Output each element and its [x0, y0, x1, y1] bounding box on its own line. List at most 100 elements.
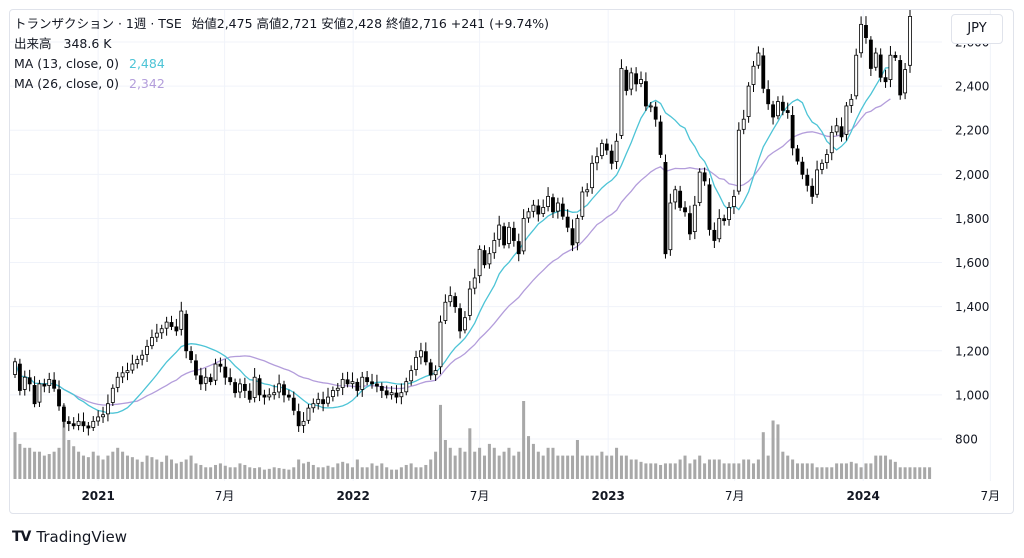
symbol-title[interactable]: トランザクション · 1週 · TSE: [14, 16, 182, 31]
candle-body: [477, 248, 482, 277]
ma13-label[interactable]: MA (13, close, 0): [14, 56, 119, 71]
candle-body: [604, 143, 609, 151]
candle-body: [585, 189, 590, 193]
candle-body: [795, 148, 800, 162]
volume-bar: [321, 467, 325, 479]
candle-body: [228, 377, 233, 383]
currency-button[interactable]: JPY: [951, 14, 1003, 44]
candle-body: [908, 16, 912, 66]
candle-body: [511, 227, 516, 241]
volume-bar: [194, 463, 198, 479]
candle-body: [898, 60, 903, 96]
candle-body: [893, 55, 898, 58]
candle-body: [179, 310, 184, 330]
time-axis[interactable]: 20217月20227月20237月20247月20257月: [81, 489, 1013, 503]
volume-bar: [18, 443, 22, 479]
tradingview-branding[interactable]: TV TradingView: [12, 526, 127, 548]
volume-bar: [820, 467, 824, 479]
price-axis-label: 1,400: [955, 300, 989, 314]
candle-body: [101, 414, 105, 418]
volume-bar: [781, 451, 785, 479]
volume-bar: [840, 463, 844, 479]
volume-bar: [375, 465, 379, 479]
candle-body: [653, 106, 658, 120]
candle-body: [345, 379, 350, 385]
candle-body: [551, 197, 555, 213]
volume-bar: [214, 464, 218, 479]
candle-body: [419, 350, 423, 358]
volume-bar: [766, 455, 770, 479]
volume-bar: [717, 459, 721, 479]
candle-body: [27, 377, 32, 385]
volume-bar: [101, 459, 105, 479]
volume-bar: [463, 451, 467, 479]
candle-body: [32, 385, 37, 405]
volume-bar: [253, 468, 257, 479]
volume-bar: [571, 455, 575, 479]
candle-body: [169, 322, 174, 327]
volume-bar: [258, 467, 262, 479]
candle-body: [776, 101, 780, 117]
candle-body: [868, 39, 873, 69]
candle-body: [52, 379, 57, 389]
volume-bar: [698, 455, 702, 479]
price-axis-label: 2,000: [955, 168, 989, 182]
candle-body: [115, 376, 120, 388]
volume-bar: [800, 463, 804, 479]
candle-body: [619, 68, 624, 136]
candle-body: [66, 421, 71, 424]
volume-bar: [116, 447, 120, 479]
candle-body: [267, 394, 272, 398]
volume-bar: [751, 463, 756, 479]
time-axis-label: 7月: [215, 489, 235, 503]
volume-bar: [478, 447, 482, 479]
candle-body: [145, 345, 149, 355]
price-axis[interactable]: 800 1,000 1,200 1,400 1,600 1,800 2,000 2,200 2,…: [955, 36, 989, 447]
ma26-row: MA (26, close, 0) 2,342: [14, 74, 549, 94]
volume-bar: [561, 455, 565, 479]
volume-bar: [551, 447, 555, 479]
volume-label[interactable]: 出来高: [14, 36, 52, 51]
price-axis-label: 1,000: [955, 388, 989, 402]
chart-legend: トランザクション · 1週 · TSE 始値2,475 高値2,721 安値2,…: [14, 14, 549, 94]
volume-bar: [487, 443, 491, 479]
price-axis-label: 1,200: [955, 344, 989, 358]
candle-body: [780, 101, 785, 111]
candle-body: [727, 207, 731, 220]
candle-body: [639, 79, 643, 84]
tradingview-wordmark: TradingView: [36, 528, 128, 546]
volume-bar: [893, 461, 897, 479]
volume-bar: [497, 455, 501, 479]
volume-bar: [81, 455, 85, 479]
volume-bar: [390, 469, 394, 479]
volume-bar: [644, 463, 648, 479]
candle-body: [492, 240, 497, 254]
candle-body: [521, 218, 526, 252]
candle-body: [140, 354, 145, 360]
volume-bar: [879, 455, 883, 479]
candle-body: [555, 202, 560, 212]
volume-bar: [204, 467, 208, 479]
volume-bar: [179, 461, 183, 479]
candle-body: [443, 301, 448, 321]
volume-bar: [33, 451, 37, 479]
candle-body: [741, 118, 746, 130]
candle-body: [732, 195, 736, 207]
volume-bar: [316, 467, 320, 479]
volume-bar: [341, 461, 345, 479]
volume-bar: [659, 464, 663, 479]
ma26-label[interactable]: MA (26, close, 0): [14, 76, 119, 91]
candle-body: [673, 189, 678, 203]
volume-bar: [125, 455, 130, 479]
volume-bar: [355, 459, 359, 479]
volume-bar: [678, 459, 682, 479]
candle-body: [189, 351, 193, 360]
volume-bar: [287, 469, 291, 479]
candle-body: [712, 229, 717, 241]
volume-bar: [145, 455, 149, 479]
candle-body: [864, 25, 868, 38]
volume-bar: [277, 468, 281, 479]
volume-bar: [531, 443, 535, 479]
candle-body: [428, 362, 433, 376]
time-axis-label: 2021: [81, 489, 114, 503]
